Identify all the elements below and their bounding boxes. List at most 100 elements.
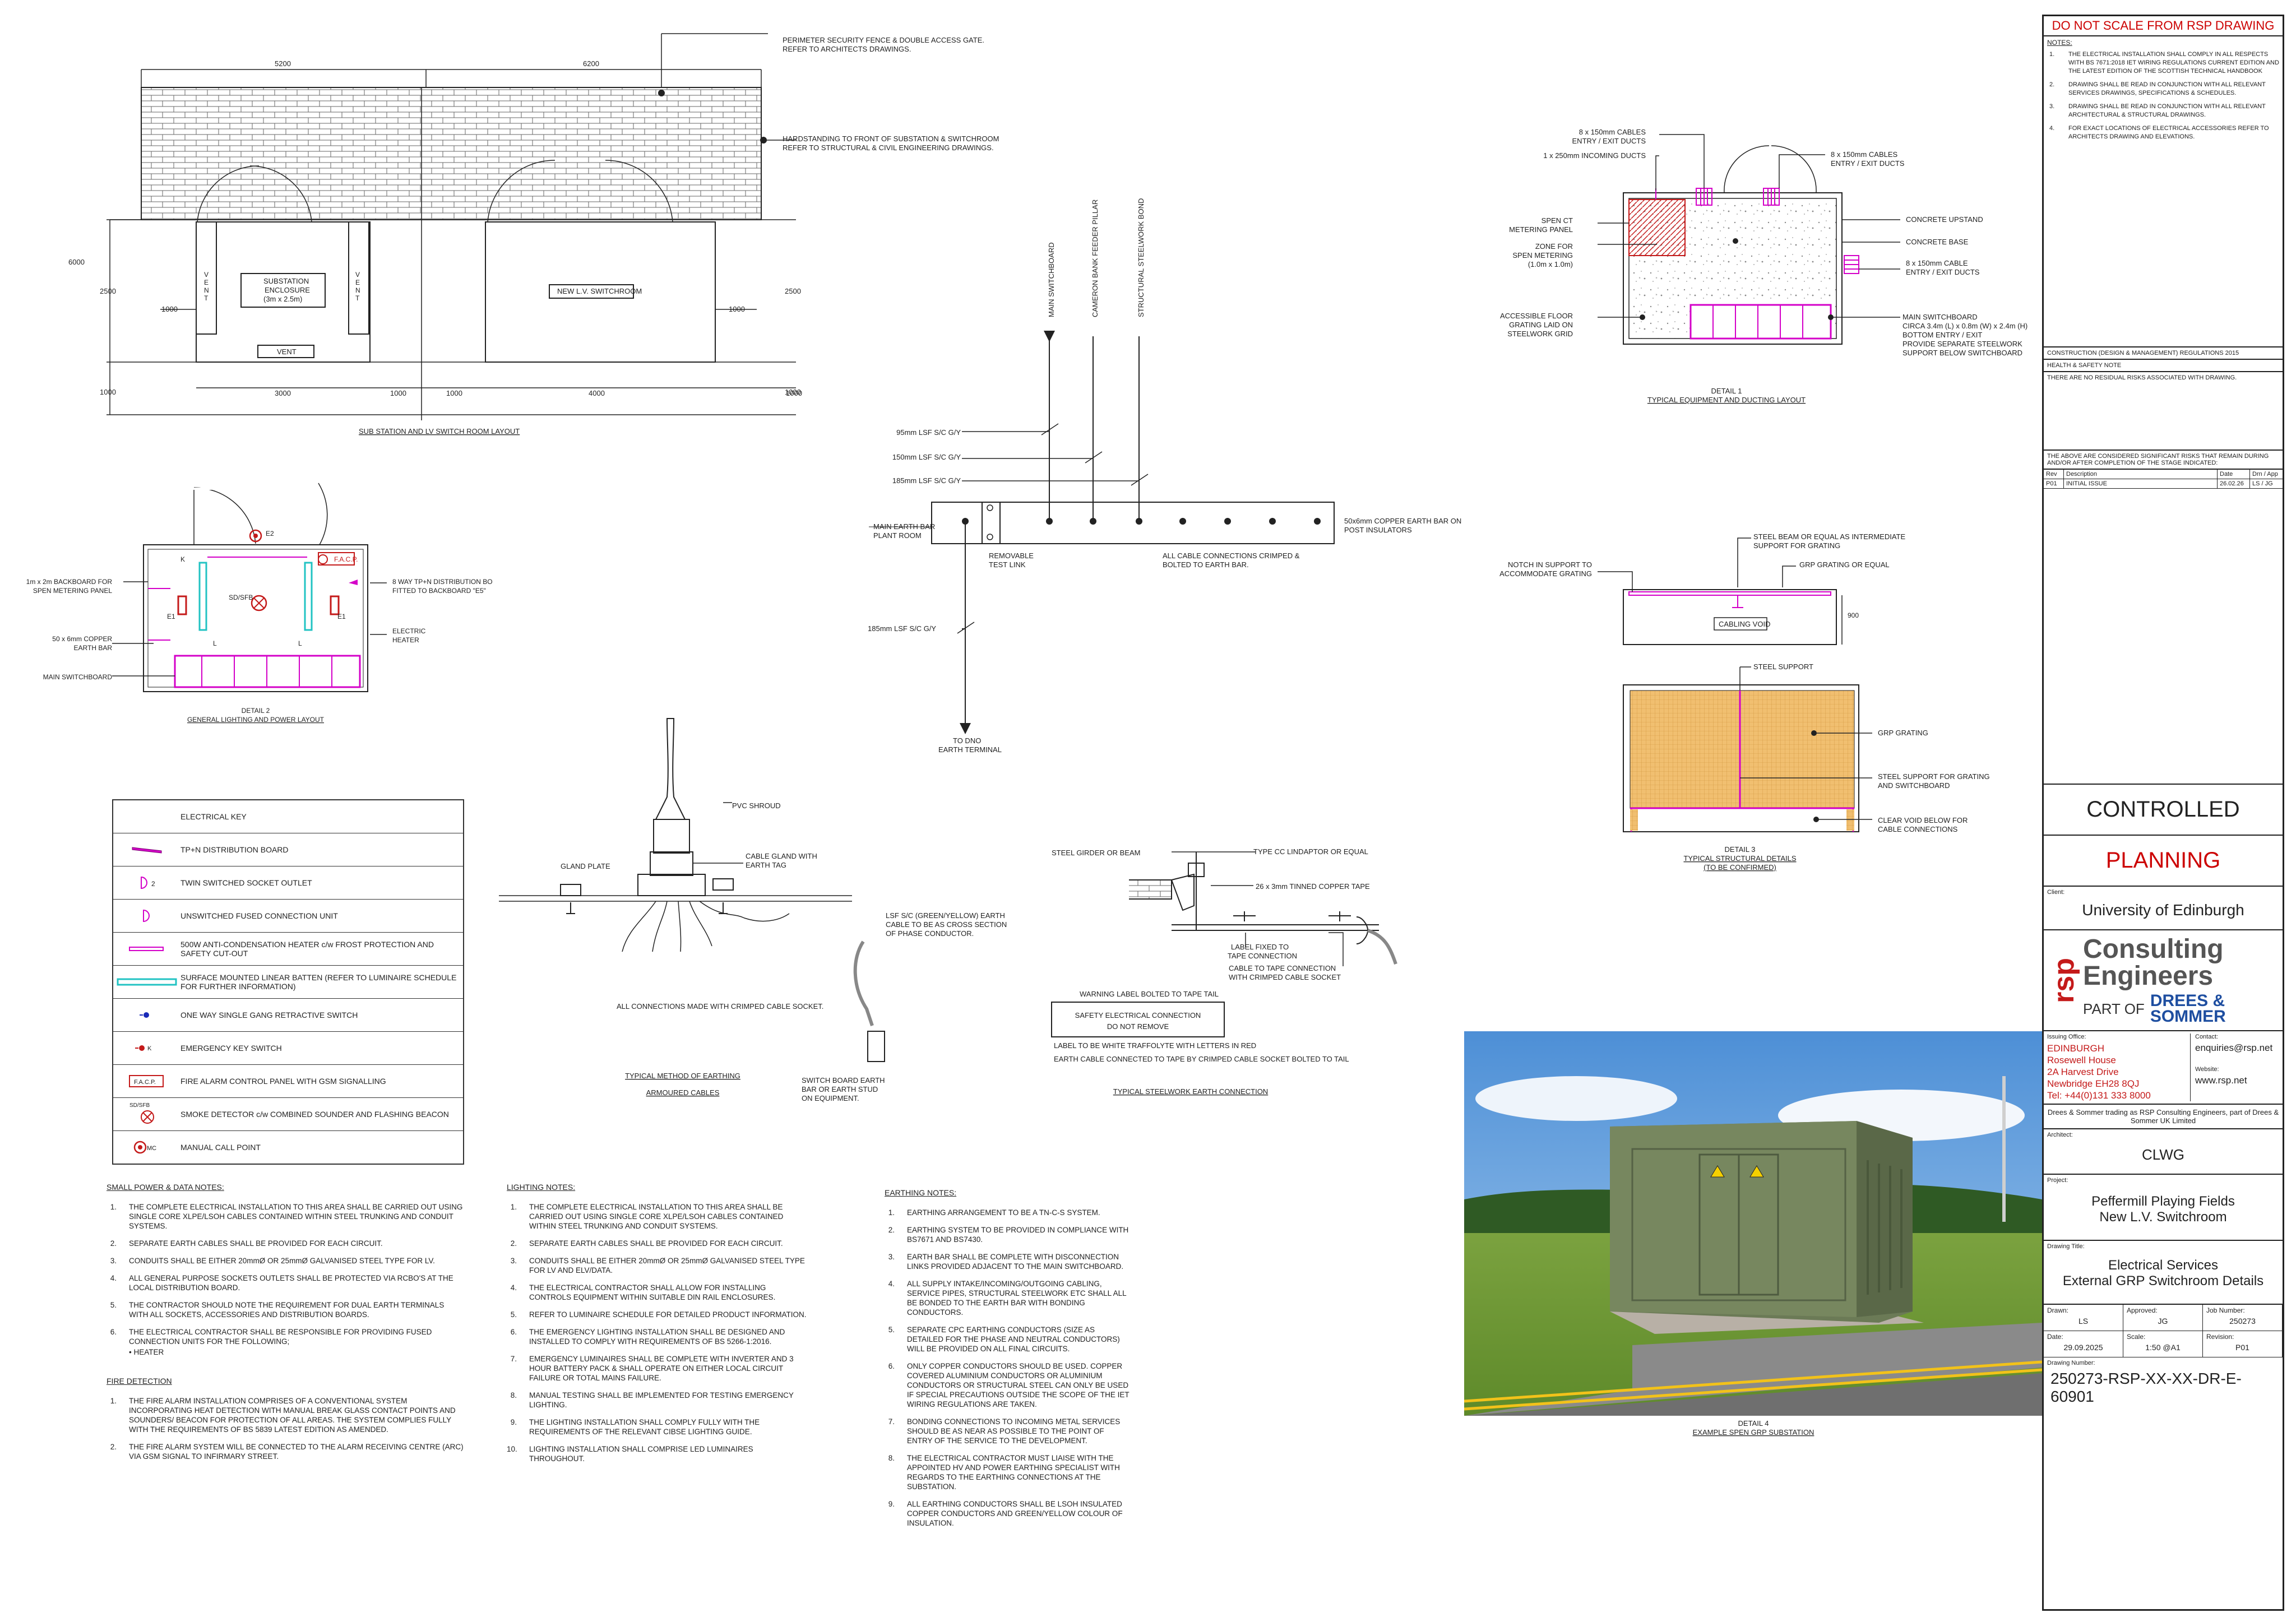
notes-label: NOTES: [2047,39,2072,47]
svg-text:SD/SFB: SD/SFB [229,594,253,601]
note-item: 1. THE COMPLETE ELECTRICAL INSTALLATION T… [110,1203,463,1230]
tb-note: 1. THE ELECTRICAL INSTALLATION SHALL COMP… [2049,51,2279,75]
earthing-schematic-text: MAIN SWITCHBOARD CAMERON BANK FEEDER PIL… [868,198,1461,754]
armoured-title-2: ARMOURED CABLES [646,1088,720,1097]
note-item: 7. BONDING CONNECTIONS TO INCOMING METAL … [888,1417,1121,1445]
key-title-row: ELECTRICAL KEY [113,800,463,833]
detail-3-title: DETAIL 3 [1725,845,1756,854]
risks-text: THE ABOVE ARE CONSIDERED SIGNIFICANT RIS… [2044,449,2283,469]
steelwork-title: TYPICAL STEELWORK EARTH CONNECTION [1113,1087,1268,1096]
key-row: MC MANUAL CALL POINT [113,1130,463,1164]
svg-text:CIRCA 3.4m (L) x 0.8m (W) x 2.: CIRCA 3.4m (L) x 0.8m (W) x 2.4m (H) [1902,322,2027,330]
bullet-heater: • HEATER [129,1348,164,1356]
linear-batten-icon [117,978,177,986]
note-item: 1. THE FIRE ALARM INSTALLATION COMPRISES … [110,1397,456,1434]
detail-2-title: DETAIL 2 [242,707,270,715]
detail-4-title: DETAIL 4 [1738,1419,1769,1428]
svg-text:8 x 150mm CABLE: 8 x 150mm CABLE [1906,259,1968,267]
svg-text:ENTRY / EXIT DUCTS: ENTRY / EXIT DUCTS [1906,268,1980,276]
dim-2500-right: 2500 [785,287,801,295]
twin-socket-icon: 2 [141,876,155,889]
svg-text:F.A.C.P.: F.A.C.P. [134,1079,156,1086]
note-item: 8. THE ELECTRICAL CONTRACTOR MUST LIAISE … [888,1454,1120,1491]
substation-photo [1464,1031,2042,1416]
earthing-schematic [869,336,1335,729]
svg-text:WARNING LABEL BOLTED TO TAPE T: WARNING LABEL BOLTED TO TAPE TAIL [1080,990,1219,998]
svg-text:ALL CONNECTIONS MADE WITH CRIM: ALL CONNECTIONS MADE WITH CRIMPED CABLE … [617,1002,823,1011]
detail-3-subtitle: TYPICAL STRUCTURAL DETAILS [1683,854,1796,863]
svg-text:900: 900 [1848,611,1859,619]
key-row: K EMERGENCY KEY SWITCH [113,1031,463,1064]
svg-text:K: K [180,555,185,563]
svg-text:STEEL SUPPORT: STEEL SUPPORT [1753,662,1813,671]
project-sub: New L.V. Switchroom [2099,1209,2227,1225]
dno-2: EARTH TERMINAL [938,745,1002,754]
svg-text:E1: E1 [167,613,175,620]
svg-text:WITH CRIMPED CABLE SOCKET: WITH CRIMPED CABLE SOCKET [1229,973,1341,981]
svg-text:N: N [355,286,360,294]
svg-text:SUPPORT BELOW SWITCHBOARD: SUPPORT BELOW SWITCHBOARD [1902,349,2022,357]
svg-text:ACCESSIBLE FLOOR: ACCESSIBLE FLOOR [1500,312,1573,320]
note-item: 2. SEPARATE EARTH CABLES SHALL BE PROVIDE… [110,1239,383,1248]
website-link[interactable]: www.rsp.net [2195,1075,2279,1086]
key-row: SURFACE MOUNTED LINEAR BATTEN (REFER TO … [113,965,463,998]
svg-text:SD/SFB: SD/SFB [129,1102,150,1109]
heater-icon [129,947,164,951]
tb-note: 2. DRAWING SHALL BE READ IN CONJUNCTION W… [2049,81,2266,96]
detail-2-text: 1m x 2m BACKBOARD FOR SPEN METERING PANE… [26,530,493,724]
architect-name: CLWG [2141,1146,2185,1163]
svg-text:SPEN METERING PANEL: SPEN METERING PANEL [33,587,112,595]
copper-bar-1: 50x6mm COPPER EARTH BAR ON [1344,517,1461,525]
hs-label: HEALTH & SAFETY NOTE [2044,359,2283,371]
revision-table: Rev Description Date Drn / App P01 INITI… [2044,469,2283,488]
svg-text:N: N [204,286,209,294]
svg-text:F.A.C.P.: F.A.C.P. [334,555,358,563]
svg-text:TYPE CC LINDAPTOR OR EQUAL: TYPE CC LINDAPTOR OR EQUAL [1253,847,1368,856]
svg-text:CONCRETE UPSTAND: CONCRETE UPSTAND [1906,215,1983,224]
svg-text:ELECTRIC: ELECTRIC [392,627,426,635]
call-point-icon: MC [133,1141,156,1154]
svg-text:E1: E1 [337,613,346,620]
svg-text:1m x 2m BACKBOARD FOR: 1m x 2m BACKBOARD FOR [26,578,113,586]
earth-bar-studs [962,504,1321,540]
svg-text:CABLE TO TAPE CONNECTION: CABLE TO TAPE CONNECTION [1229,964,1336,972]
svg-text:8 WAY TP+N DISTRIBUTION BO: 8 WAY TP+N DISTRIBUTION BO [392,578,493,586]
dno-cable: 185mm LSF S/C G/Y [868,624,936,633]
substation-label-2: ENCLOSURE [265,286,310,294]
note-item: 9. THE LIGHTING INSTALLATION SHALL COMPLY… [510,1418,760,1436]
svg-text:8 x 150mm CABLES: 8 x 150mm CABLES [1579,128,1646,136]
svg-text:MC: MC [147,1145,156,1152]
svg-text:8 x 150mm CABLES: 8 x 150mm CABLES [1831,150,1898,159]
note-item: 4. THE ELECTRICAL CONTRACTOR SHALL ALLOW … [510,1283,776,1301]
detail-4-text: DETAIL 4 EXAMPLE SPEN GRP SUBSTATION [1693,1419,1814,1436]
substation-label-3: (3m x 2.5m) [263,295,302,303]
dno-1: TO DNO [953,736,981,745]
svg-text:FITTED TO BACKBOARD "E5": FITTED TO BACKBOARD "E5" [392,587,486,595]
key-row: SD/SFB SMOKE DETECTOR c/w COMBINED SOUND… [113,1097,463,1130]
contact-email[interactable]: enquiries@rsp.net [2195,1042,2279,1054]
note-item: 9. ALL EARTHING CONDUCTORS SHALL BE LSOH … [888,1500,1123,1527]
dim-6200: 6200 [583,59,599,68]
svg-text:50 x 6mm COPPER: 50 x 6mm COPPER [52,635,112,643]
electrical-key: ELECTRICAL KEY TP+N DISTRIBUTION BOARD 2… [112,799,464,1165]
svg-text:T: T [204,294,209,302]
svg-text:BAR OR EARTH STUD: BAR OR EARTH STUD [802,1085,878,1093]
title-block: DO NOT SCALE FROM RSP DRAWING NOTES: 1. T… [2042,15,2284,1611]
test-link-2: TEST LINK [989,560,1026,569]
svg-text:LSF S/C (GREEN/YELLOW) EARTH: LSF S/C (GREEN/YELLOW) EARTH [886,911,1005,920]
svg-text:NOTCH IN SUPPORT TO: NOTCH IN SUPPORT TO [1508,560,1592,569]
do-not-scale-warning: DO NOT SCALE FROM RSP DRAWING [2044,16,2283,36]
crimped-2: BOLTED TO EARTH BAR. [1163,560,1249,569]
hs-text: THERE ARE NO RESIDUAL RISKS ASSOCIATED W… [2044,371,2283,449]
detail-1-subtitle: TYPICAL EQUIPMENT AND DUCTING LAYOUT [1647,396,1806,404]
svg-text:LABEL TO BE WHITE TRAFFOLYTE W: LABEL TO BE WHITE TRAFFOLYTE WITH LETTER… [1054,1041,1256,1050]
note-item: 10. LIGHTING INSTALLATION SHALL COMPRISE … [507,1445,753,1463]
test-link-1: REMOVABLE [989,552,1034,560]
lighting-title: LIGHTING NOTES: [507,1183,576,1192]
svg-text:E: E [204,279,209,286]
note-item: 2. EARTHING SYSTEM TO BE PROVIDED IN COMP… [888,1226,1129,1244]
facp-icon: F.A.C.P. [129,1075,164,1087]
dim-1000-wr: 1000 [729,305,745,313]
note-item: 5. THE CONTRACTOR SHOULD NOTE THE REQUIRE… [110,1301,445,1319]
svg-text:BOTTOM ENTRY / EXIT: BOTTOM ENTRY / EXIT [1902,331,1982,339]
